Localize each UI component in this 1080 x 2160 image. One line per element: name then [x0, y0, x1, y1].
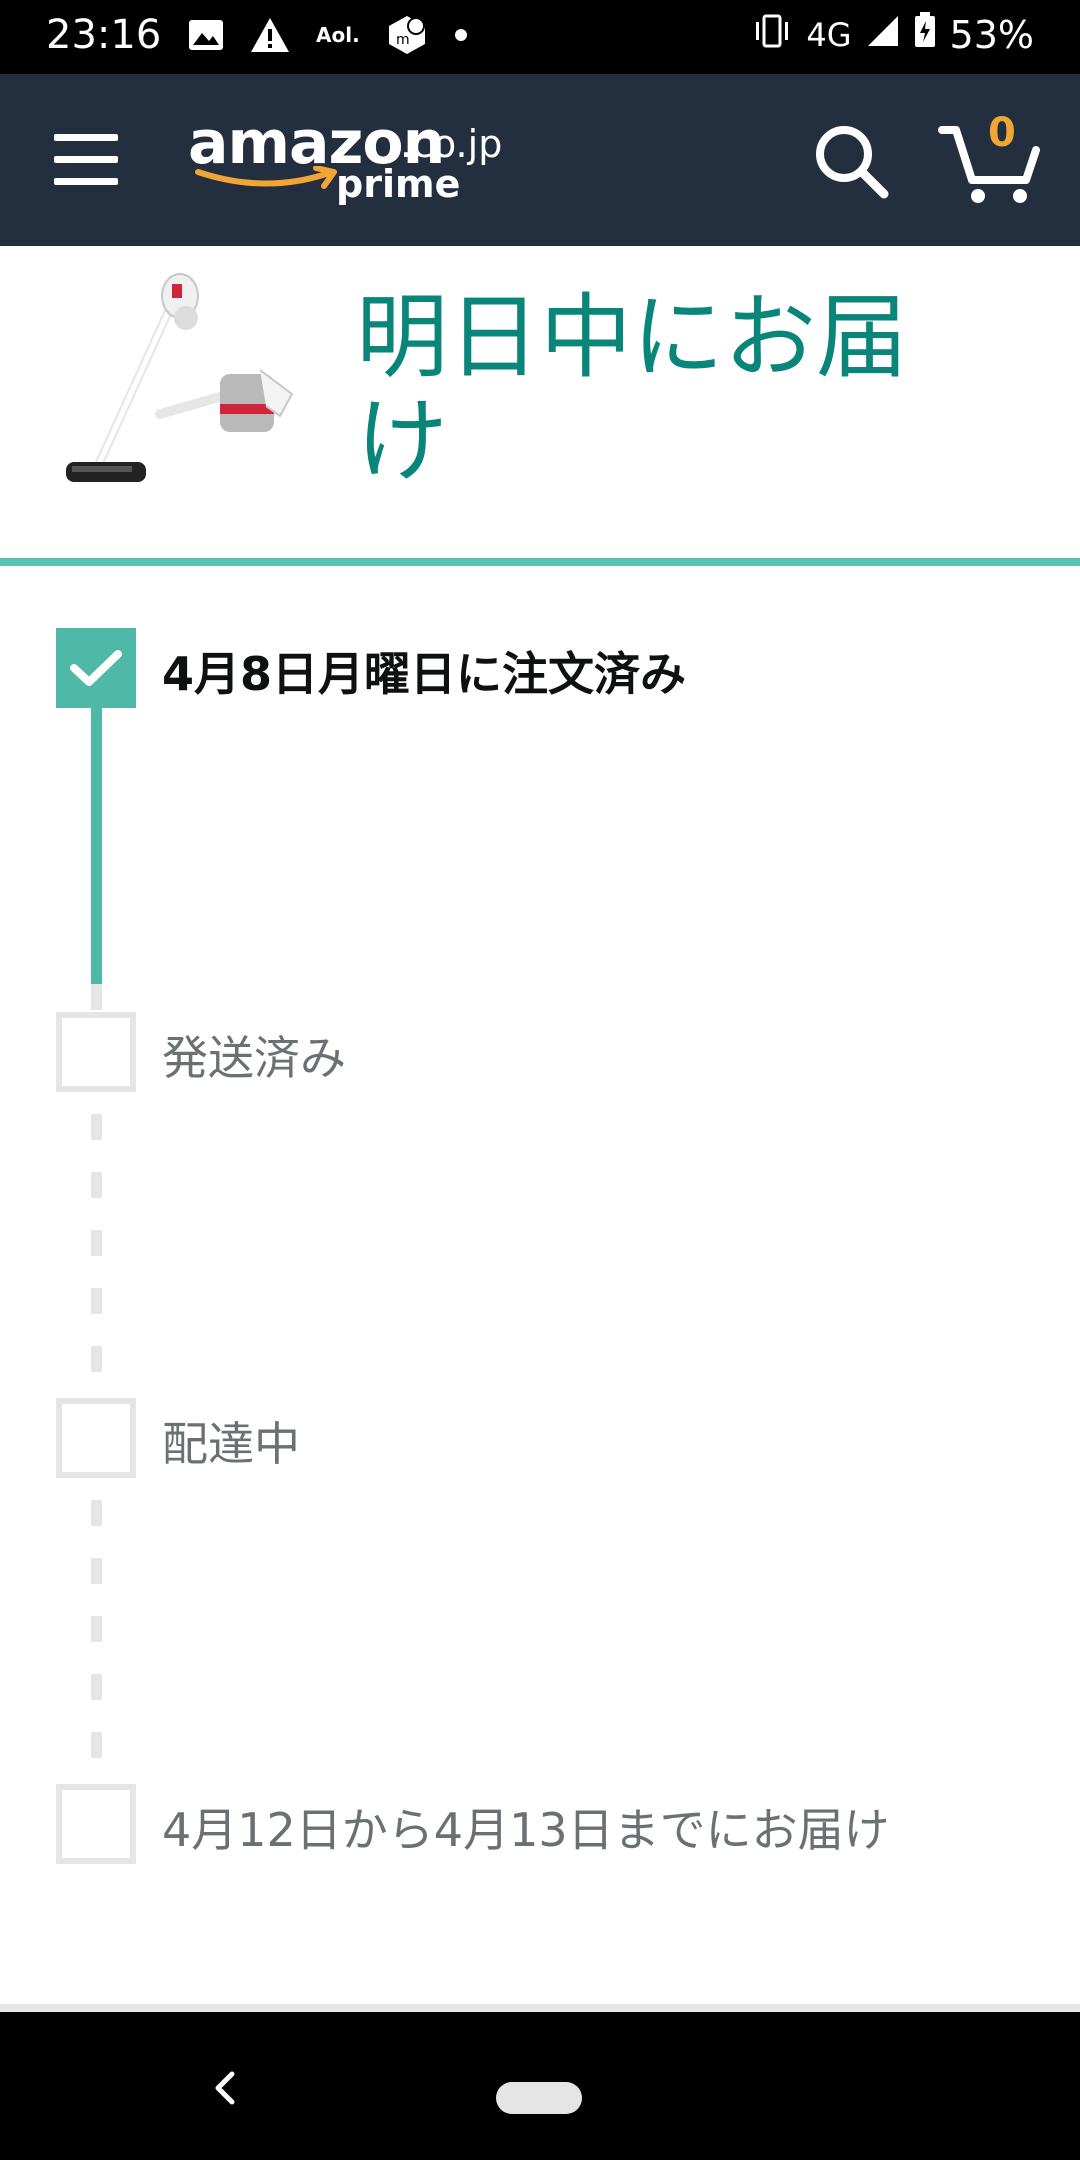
search-icon	[816, 126, 889, 199]
step-label-ordered: 4月8日月曜日に注文済み	[162, 647, 687, 701]
battery-icon	[914, 12, 936, 57]
notification-icons: Aol. m	[188, 14, 468, 56]
progress-line-pending	[91, 984, 102, 1012]
progress-line-pending	[91, 1114, 102, 1394]
image-icon	[188, 19, 224, 51]
aol-icon: Aol.	[316, 23, 360, 47]
product-banner: 明日中にお届け	[0, 246, 1080, 560]
status-bar: 23:16 Aol. m 4G 53%	[0, 0, 1080, 74]
delivery-title: 明日中にお届け	[356, 284, 909, 495]
dot-icon	[454, 28, 468, 42]
vibrate-icon	[752, 13, 792, 57]
battery-percent: 53%	[949, 12, 1034, 57]
warning-icon	[250, 17, 290, 53]
m-app-icon: m	[386, 14, 428, 56]
menu-icon	[54, 134, 118, 141]
network-type: 4G	[806, 15, 852, 54]
step-box-shipped	[56, 1012, 136, 1092]
app-header: amazon .co.jp prime 0	[0, 74, 1080, 246]
step-box-in-transit	[56, 1398, 136, 1478]
amazon-prime-logo[interactable]: amazon .co.jp prime	[188, 108, 508, 218]
step-label-in-transit: 配達中	[162, 1417, 300, 1471]
product-image[interactable]	[60, 266, 320, 506]
status-time: 23:16	[46, 12, 162, 58]
back-icon	[215, 2071, 235, 2105]
search-button[interactable]	[810, 120, 894, 204]
progress-line-pending	[91, 1500, 102, 1772]
svg-text:m: m	[396, 32, 410, 48]
checkmark-icon	[70, 650, 122, 686]
system-nav-bar	[0, 2012, 1080, 2160]
home-button[interactable]	[496, 2082, 582, 2114]
smile-arrow-icon	[195, 166, 337, 189]
back-button[interactable]	[206, 2068, 246, 2108]
banner-divider	[0, 558, 1080, 566]
cart-button[interactable]: 0	[938, 110, 1042, 206]
progress-line-complete	[91, 708, 102, 984]
system-status: 4G 53%	[752, 12, 1034, 57]
step-label-delivery: 4月12日から4月13日までにお届け	[162, 1803, 890, 1857]
step-label-shipped: 発送済み	[162, 1031, 346, 1085]
step-check-ordered	[56, 628, 136, 708]
menu-button[interactable]	[54, 134, 118, 185]
signal-icon	[866, 13, 900, 57]
section-divider	[0, 2004, 1080, 2012]
logo-domain: .co.jp	[400, 122, 503, 166]
logo-prime: prime	[336, 162, 461, 206]
step-box-delivery	[56, 1784, 136, 1864]
cart-count: 0	[988, 110, 1016, 156]
